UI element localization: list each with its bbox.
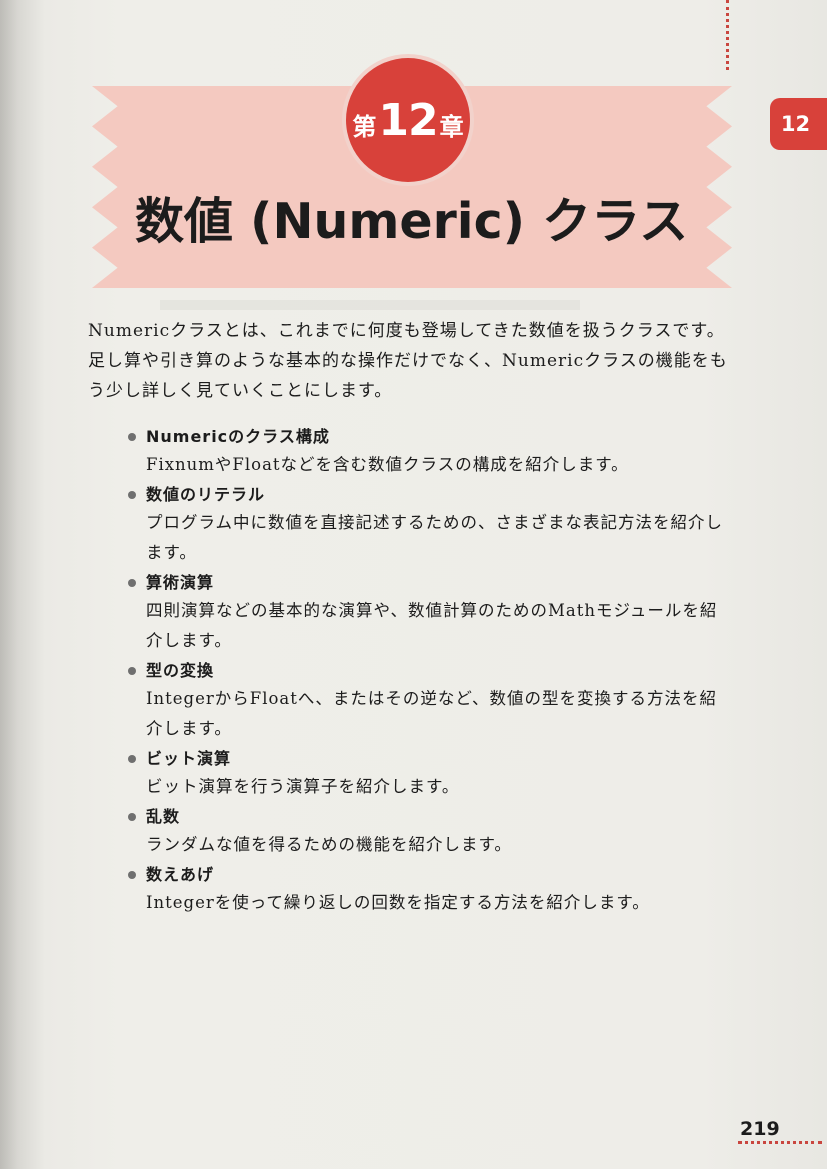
bullet-icon — [128, 813, 136, 821]
chapter-suffix: 章 — [439, 112, 464, 141]
topic-description: FixnumやFloatなどを含む数値クラスの構成を紹介します。 — [146, 455, 629, 474]
list-item: 型の変換 IntegerからFloatへ、またはその逆など、数値の型を変換する方… — [128, 658, 734, 744]
topic-title: 型の変換 — [146, 661, 215, 680]
list-item: ビット演算 ビット演算を行う演算子を紹介します。 — [128, 746, 734, 802]
bullet-icon — [128, 491, 136, 499]
chapter-tab[interactable]: 12 — [770, 98, 827, 150]
bullet-icon — [128, 667, 136, 675]
intro-paragraph: Numericクラスとは、これまでに何度も登場してきた数値を扱うクラスです。足し… — [88, 321, 728, 401]
list-item: 数値のリテラル プログラム中に数値を直接記述するための、さまざまな表記方法を紹介… — [128, 482, 734, 568]
book-page: 12 第 12 章 数値 (Numeric) クラス Numericクラスとは、… — [0, 0, 827, 1169]
topic-title: 算術演算 — [146, 573, 215, 592]
topic-description: ランダムな値を得るための機能を紹介します。 — [146, 835, 512, 854]
topic-title: 数えあげ — [146, 865, 215, 884]
chapter-prefix: 第 — [352, 112, 377, 141]
bullet-icon — [128, 433, 136, 441]
chapter-number-badge: 第 12 章 — [346, 58, 470, 182]
list-item: 数えあげ Integerを使って繰り返しの回数を指定する方法を紹介します。 — [128, 862, 734, 918]
edge-dotted-line — [726, 0, 729, 70]
list-item: 乱数 ランダムな値を得るための機能を紹介します。 — [128, 804, 734, 860]
topic-title: Numericのクラス構成 — [146, 427, 330, 446]
topic-description: プログラム中に数値を直接記述するための、さまざまな表記方法を紹介します。 — [146, 513, 724, 562]
chapter-number: 12 — [378, 94, 438, 146]
list-item: 算術演算 四則演算などの基本的な演算や、数値計算のためのMathモジュールを紹介… — [128, 570, 734, 656]
bullet-icon — [128, 579, 136, 587]
topic-title: ビット演算 — [146, 749, 232, 768]
page-number: 219 — [740, 1118, 780, 1140]
bullet-icon — [128, 871, 136, 879]
topic-description: IntegerからFloatへ、またはその逆など、数値の型を変換する方法を紹介し… — [146, 689, 718, 738]
page-number-dotted-line — [738, 1141, 822, 1144]
chapter-title: 数値 (Numeric) クラス — [135, 193, 689, 250]
topic-list: Numericのクラス構成 FixnumやFloatなどを含む数値クラスの構成を… — [128, 424, 734, 920]
topic-description: ビット演算を行う演算子を紹介します。 — [146, 777, 460, 796]
topic-title: 乱数 — [146, 807, 181, 826]
bullet-icon — [128, 755, 136, 763]
topic-description: Integerを使って繰り返しの回数を指定する方法を紹介します。 — [146, 893, 650, 912]
topic-title: 数値のリテラル — [146, 485, 266, 504]
show-through-bleed — [160, 300, 580, 310]
chapter-tab-number: 12 — [780, 112, 811, 136]
topic-description: 四則演算などの基本的な演算や、数値計算のためのMathモジュールを紹介します。 — [146, 601, 718, 650]
list-item: Numericのクラス構成 FixnumやFloatなどを含む数値クラスの構成を… — [128, 424, 734, 480]
